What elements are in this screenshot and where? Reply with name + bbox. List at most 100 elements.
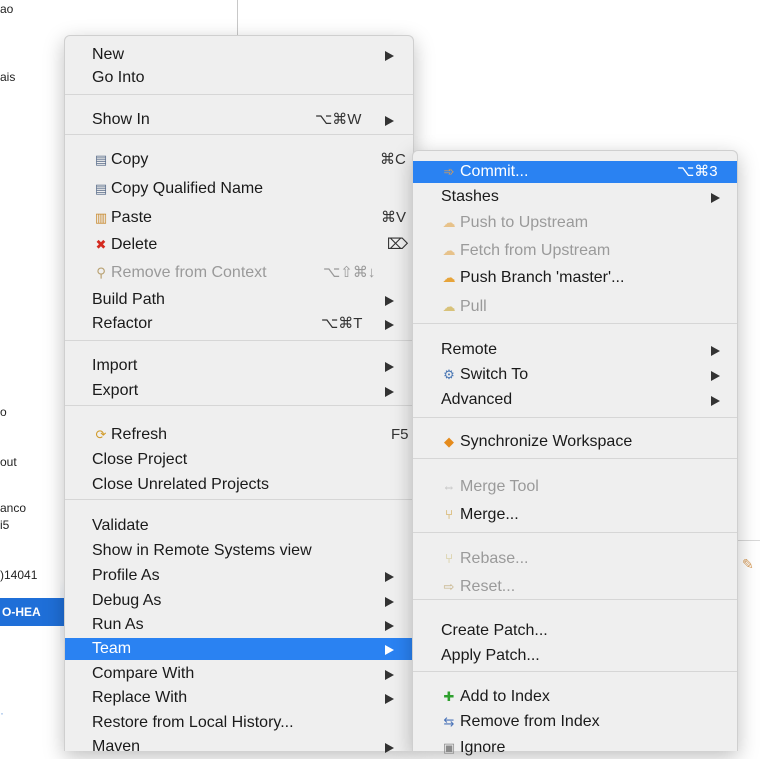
team-menu-item-reset[interactable]: ⇨ Reset...	[413, 576, 737, 598]
menu-item-label: Reset...	[460, 578, 516, 595]
menu-item-label: Delete	[111, 236, 158, 253]
menu-item-label: Advanced	[441, 391, 513, 408]
context-menu-item-copy[interactable]: ▤ Copy ⌘C	[65, 149, 413, 171]
selected-tree-item-label: O-HEA	[2, 605, 41, 619]
team-menu-item-remote[interactable]: Remote	[413, 339, 737, 361]
team-menu-item-ignore[interactable]: ▣ Ignore	[413, 737, 737, 759]
team-submenu: ➾ Commit... ⌥⌘3 Stashes ☁ Push to Upstream ☁ Fe…	[412, 150, 738, 756]
menu-item-label: Restore from Local History...	[92, 714, 294, 731]
menu-item-label: Commit...	[460, 163, 529, 180]
context-menu-item-compare-with[interactable]: Compare With	[65, 663, 413, 685]
team-menu-item-advanced[interactable]: Advanced	[413, 389, 737, 411]
context-menu-item-export[interactable]: Export	[65, 380, 413, 402]
selected-tree-item[interactable]: O-HEA	[0, 598, 66, 626]
submenu-arrow-icon	[385, 51, 394, 61]
context-menu-item-refactor[interactable]: Refactor ⌥⌘T	[65, 313, 413, 335]
menu-item-label: Rebase...	[460, 550, 529, 567]
context-menu-item-refresh[interactable]: ⟳ Refresh F5	[65, 424, 413, 446]
menu-item-label: Refresh	[111, 426, 168, 443]
team-menu-item-fetch-from-upstream[interactable]: ☁ Fetch from Upstream	[413, 240, 737, 262]
menu-item-label: Merge...	[460, 506, 519, 523]
menu-item-label: Run As	[92, 616, 144, 633]
submenu-arrow-icon	[385, 645, 394, 655]
context-menu-item-remove-from-context[interactable]: ⚲ Remove from Context ⌥⇧⌘↓	[65, 262, 413, 284]
menu-item-label: Close Unrelated Projects	[92, 476, 269, 493]
menu-item-label: Team	[92, 640, 132, 657]
tree-text-fragment: out	[0, 455, 17, 469]
keyboard-shortcut: ⌦	[387, 236, 409, 253]
submenu-arrow-icon	[711, 193, 720, 203]
menu-item-label: Switch To	[460, 366, 529, 383]
team-menu-item-commit[interactable]: ➾ Commit... ⌥⌘3	[413, 161, 737, 183]
tree-text-fragment: )14041	[0, 568, 38, 582]
menu-item-label: Refactor	[92, 315, 153, 332]
team-menu-item-merge[interactable]: ⑂ Merge...	[413, 504, 737, 526]
context-menu-item-close-unrelated-projects[interactable]: Close Unrelated Projects	[65, 474, 413, 496]
menu-separator	[65, 340, 413, 341]
team-menu-item-rebase[interactable]: ⑂ Rebase...	[413, 548, 737, 570]
menu-separator	[413, 458, 737, 459]
menu-separator	[65, 405, 413, 406]
context-menu-item-run-as[interactable]: Run As	[65, 614, 413, 636]
menu-item-label: Create Patch...	[441, 622, 548, 639]
team-menu-item-remove-from-index[interactable]: ⇆ Remove from Index	[413, 711, 737, 733]
menu-separator	[413, 599, 737, 600]
menu-separator	[65, 499, 413, 500]
menu-item-label: Go Into	[92, 69, 145, 86]
submenu-arrow-icon	[385, 116, 394, 126]
context-menu-item-new[interactable]: New	[65, 44, 413, 66]
team-menu-item-add-to-index[interactable]: ✚ Add to Index	[413, 686, 737, 708]
submenu-arrow-icon	[385, 694, 394, 704]
keyboard-shortcut: ⌥⌘T	[321, 315, 363, 332]
tree-text-fragment: ·	[0, 706, 4, 720]
context-menu-item-debug-as[interactable]: Debug As	[65, 590, 413, 612]
context-menu-item-team[interactable]: Team	[65, 638, 413, 660]
team-menu-item-apply-patch[interactable]: Apply Patch...	[413, 645, 737, 667]
context-menu-item-copy-qualified-name[interactable]: ▤ Copy Qualified Name	[65, 178, 413, 200]
team-menu-item-stashes[interactable]: Stashes	[413, 186, 737, 208]
context-menu-item-restore-from-local-history[interactable]: Restore from Local History...	[65, 712, 413, 734]
team-menu-item-pull[interactable]: ☁ Pull	[413, 296, 737, 318]
team-menu-item-merge-tool[interactable]: ⇔ Merge Tool	[413, 476, 737, 498]
context-menu-item-show-in[interactable]: Show In ⌥⌘W	[65, 109, 413, 131]
menu-item-label: Compare With	[92, 665, 195, 682]
context-menu-item-replace-with[interactable]: Replace With	[65, 687, 413, 709]
context-menu-item-build-path[interactable]: Build Path	[65, 289, 413, 311]
context-menu-item-show-in-remote-systems-view[interactable]: Show in Remote Systems view	[65, 540, 413, 562]
menu-separator	[65, 94, 413, 95]
context-menu-item-close-project[interactable]: Close Project	[65, 449, 413, 471]
submenu-arrow-icon	[385, 362, 394, 372]
submenu-arrow-icon	[711, 371, 720, 381]
tree-text-fragment: anco	[0, 501, 27, 515]
menu-separator	[65, 134, 413, 135]
menu-item-label: Show In	[92, 111, 150, 128]
team-menu-item-create-patch[interactable]: Create Patch...	[413, 620, 737, 642]
editor-border	[738, 540, 760, 541]
team-menu-item-switch-to[interactable]: ⚙ Switch To	[413, 364, 737, 386]
context-menu-item-maven[interactable]: Maven	[65, 736, 413, 758]
keyboard-shortcut: ⌘V	[381, 209, 407, 226]
menu-item-label: Push Branch 'master'...	[460, 269, 625, 286]
menu-item-label: Copy Qualified Name	[111, 180, 264, 197]
tree-text-fragment: ais	[0, 70, 16, 84]
keyboard-shortcut: ⌥⌘W	[315, 111, 362, 128]
pencil-icon: ✎	[742, 556, 754, 572]
context-menu-item-import[interactable]: Import	[65, 355, 413, 377]
context-menu-item-delete[interactable]: ✖ Delete ⌦	[65, 234, 413, 256]
context-menu-item-profile-as[interactable]: Profile As	[65, 565, 413, 587]
team-menu-item-synchronize-workspace[interactable]: ◆ Synchronize Workspace	[413, 431, 737, 453]
team-menu-item-push-to-upstream[interactable]: ☁ Push to Upstream	[413, 212, 737, 234]
context-menu-item-go-into[interactable]: Go Into	[65, 67, 413, 89]
submenu-arrow-icon	[385, 621, 394, 631]
submenu-arrow-icon	[385, 387, 394, 397]
tree-text-fragment: o	[0, 405, 7, 419]
context-menu-item-validate[interactable]: Validate	[65, 515, 413, 537]
menu-separator	[413, 417, 737, 418]
menu-item-label: Pull	[460, 298, 487, 315]
menu-item-label: Push to Upstream	[460, 214, 589, 231]
menu-item-label: Maven	[92, 738, 141, 755]
context-menu-item-paste[interactable]: ▥ Paste ⌘V	[65, 207, 413, 229]
submenu-arrow-icon	[385, 296, 394, 306]
team-menu-item-push-branch-master[interactable]: ☁ Push Branch 'master'...	[413, 267, 737, 289]
keyboard-shortcut: ⌥⇧⌘↓	[323, 264, 376, 281]
